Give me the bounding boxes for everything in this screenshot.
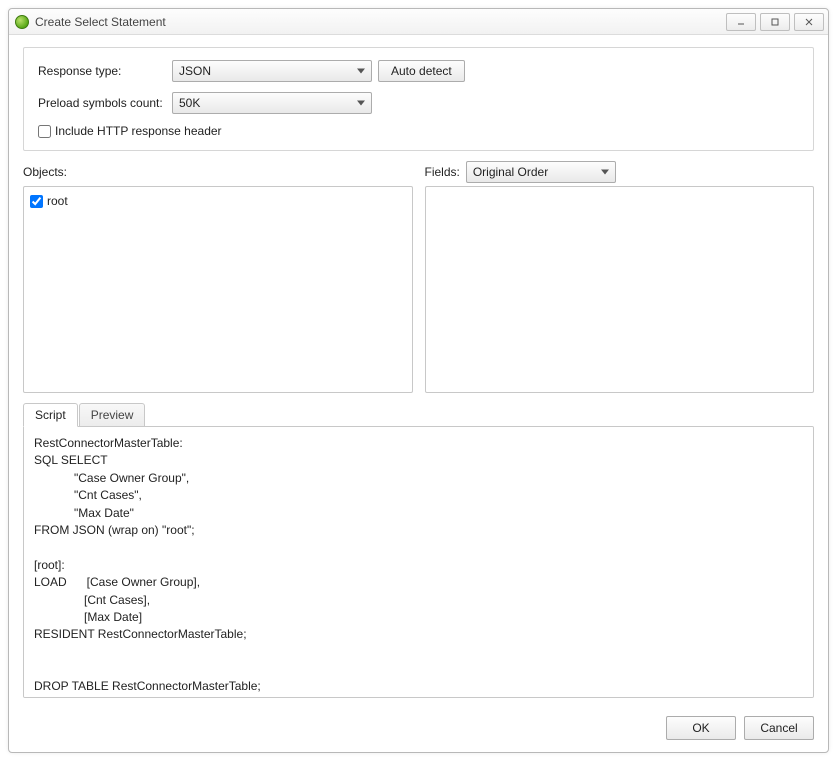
tab-preview-label: Preview [91, 408, 134, 422]
chevron-down-icon [601, 170, 609, 175]
auto-detect-button[interactable]: Auto detect [378, 60, 465, 82]
cancel-button[interactable]: Cancel [744, 716, 814, 740]
window-controls [726, 13, 824, 31]
window-title: Create Select Statement [35, 15, 726, 29]
app-icon [15, 15, 29, 29]
titlebar: Create Select Statement [9, 9, 828, 35]
auto-detect-label: Auto detect [391, 64, 452, 78]
close-button[interactable] [794, 13, 824, 31]
cancel-label: Cancel [760, 721, 797, 735]
objects-item-checkbox[interactable] [30, 195, 43, 208]
objects-column: Objects: root [23, 161, 413, 393]
fields-column: Fields: Original Order [425, 161, 815, 393]
include-header-label[interactable]: Include HTTP response header [55, 124, 222, 138]
chevron-down-icon [357, 69, 365, 74]
objects-label: Objects: [23, 165, 67, 179]
ok-label: OK [692, 721, 709, 735]
maximize-button[interactable] [760, 13, 790, 31]
preload-label: Preload symbols count: [38, 96, 172, 110]
fields-listbox[interactable] [425, 186, 815, 393]
tab-preview[interactable]: Preview [79, 403, 146, 427]
preload-value: 50K [179, 96, 200, 110]
dialog-content: Response type: JSON Auto detect Preload … [9, 35, 828, 708]
include-header-checkbox[interactable] [38, 125, 51, 138]
objects-listbox[interactable]: root [23, 186, 413, 393]
objects-tree-item[interactable]: root [30, 193, 406, 209]
fields-order-select[interactable]: Original Order [466, 161, 616, 183]
response-type-row: Response type: JSON Auto detect [38, 60, 799, 82]
config-panel: Response type: JSON Auto detect Preload … [23, 47, 814, 151]
response-type-value: JSON [179, 64, 211, 78]
maximize-icon [770, 17, 780, 27]
dialog-footer: OK Cancel [9, 708, 828, 752]
tab-script-label: Script [35, 408, 66, 422]
objects-fields-row: Objects: root Fields: Original Order [23, 161, 814, 393]
include-header-row: Include HTTP response header [38, 124, 799, 138]
objects-item-label: root [47, 194, 68, 208]
fields-order-value: Original Order [473, 165, 548, 179]
minimize-icon [736, 17, 746, 27]
chevron-down-icon [357, 101, 365, 106]
fields-header: Fields: Original Order [425, 161, 815, 183]
preload-row: Preload symbols count: 50K [38, 92, 799, 114]
tab-strip: Script Preview [23, 403, 814, 427]
close-icon [804, 17, 814, 27]
minimize-button[interactable] [726, 13, 756, 31]
response-type-select[interactable]: JSON [172, 60, 372, 82]
objects-header: Objects: [23, 161, 413, 183]
ok-button[interactable]: OK [666, 716, 736, 740]
script-textarea[interactable]: RestConnectorMasterTable: SQL SELECT "Ca… [23, 426, 814, 698]
dialog-window: Create Select Statement Response type: J… [8, 8, 829, 753]
tab-script[interactable]: Script [23, 403, 78, 427]
fields-label: Fields: [425, 165, 460, 179]
response-type-label: Response type: [38, 64, 172, 78]
preload-select[interactable]: 50K [172, 92, 372, 114]
script-panel: Script Preview RestConnectorMasterTable:… [23, 403, 814, 698]
